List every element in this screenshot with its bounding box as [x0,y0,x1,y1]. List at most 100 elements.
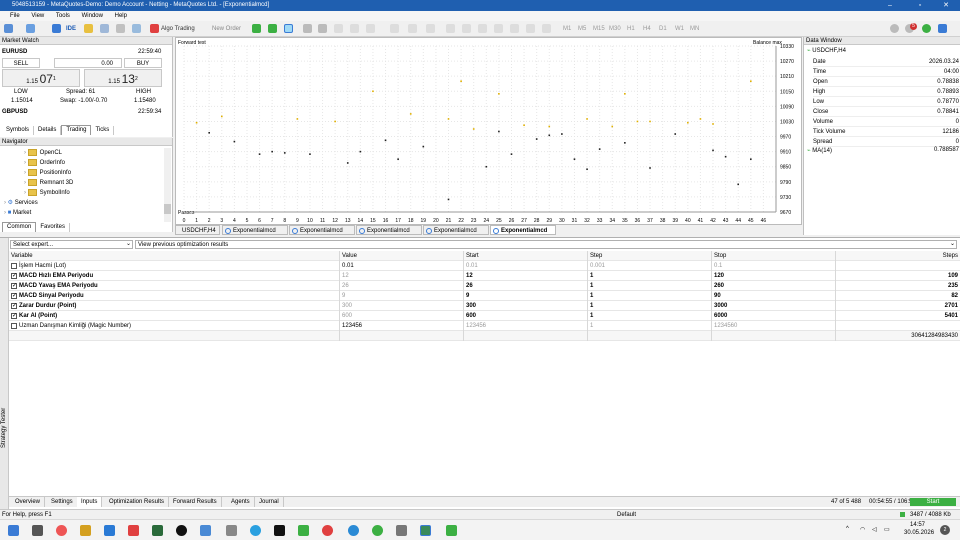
lot-input[interactable]: 0.00 [54,58,122,68]
row-checkbox[interactable]: ✓ [11,303,17,309]
expert-select[interactable]: Select expert... [10,240,133,249]
value-cell[interactable]: 300 [342,301,352,311]
chart-tab-5[interactable]: Exponentialmcd [490,225,556,235]
symbol-eurusd[interactable]: EURUSD [2,49,27,55]
stop-cell[interactable]: 3000 [714,301,727,311]
tab-symbols[interactable]: Symbols [2,126,35,135]
profiles-icon[interactable] [26,24,35,33]
new-order-button[interactable]: New Order [212,23,241,35]
row-checkbox[interactable]: ✓ [11,293,17,299]
tf-d1[interactable]: D1 [659,23,667,35]
chrome-icon[interactable] [56,525,67,536]
value-cell[interactable]: 0.01 [342,261,354,271]
file-explorer-icon[interactable] [80,525,91,536]
excel-icon[interactable] [152,525,163,536]
zoom-out-icon[interactable] [318,24,327,33]
value-cell[interactable]: 12 [342,271,349,281]
metaeditor-icon[interactable] [446,525,457,536]
tf-h1[interactable]: H1 [627,23,635,35]
terminal-icon[interactable] [116,24,125,33]
signals-icon[interactable] [922,24,931,33]
nav-item-opencl[interactable]: › OpenCL [24,148,62,158]
menu-tools[interactable]: Tools [56,11,70,21]
stop-cell[interactable]: 0.1 [714,261,722,271]
volume-icon[interactable]: ◁ [872,526,877,533]
lock-icon[interactable] [84,24,93,33]
stop-cell[interactable]: 6000 [714,311,727,321]
navigator-scrollbar[interactable] [164,148,171,222]
tf-h4[interactable]: H4 [643,23,651,35]
chart-shift-icon[interactable] [366,24,375,33]
step-cell[interactable]: 1 [590,321,593,331]
maximize-icon[interactable]: ▫ [910,0,930,11]
step-cell[interactable]: 1 [590,301,593,311]
line-chart-icon[interactable] [284,24,293,33]
row-checkbox[interactable]: ✓ [11,273,17,279]
table-row[interactable]: ✓ MACD Sinyal Periyodu 9 9 1 90 82 [9,291,960,301]
tab-optimization-results[interactable]: Optimization Results [105,497,170,507]
new-chart-icon[interactable] [4,24,13,33]
tab-ticks[interactable]: Ticks [91,126,115,135]
account-icon[interactable] [890,24,899,33]
chevron-down-icon[interactable]: ⌄ [950,240,955,247]
navigator-icon[interactable] [52,24,61,33]
chrome-icon[interactable] [372,525,383,536]
tab-overview[interactable]: Overview [11,497,46,507]
algo-trading-icon[interactable] [150,24,159,33]
app-icon[interactable] [396,525,407,536]
x-icon[interactable] [176,525,187,536]
wifi-icon[interactable]: ◠ [860,526,865,533]
opera-icon[interactable] [322,525,333,536]
close-icon[interactable]: ✕ [936,0,956,11]
stop-cell[interactable]: 1234560 [714,321,737,331]
chart-tab-usdchf[interactable]: USDCHF,H4 [175,225,220,235]
app-icon[interactable] [200,525,211,536]
nav-item-market[interactable]: › ■ Market [4,208,31,218]
bar-chart-icon[interactable] [252,24,261,33]
bid-price[interactable]: 1.15 071 [2,69,80,87]
telegram-icon[interactable] [250,525,261,536]
clock-time[interactable]: 14:57 [910,522,925,528]
row-checkbox[interactable]: ✓ [11,313,17,319]
market-watch-icon[interactable] [132,24,141,33]
nav-item-symbolinfo[interactable]: › SymbolInfo [24,188,70,198]
nav-item-orderinfo[interactable]: › OrderInfo [24,158,65,168]
outlook-icon[interactable] [104,525,115,536]
chart-tab-1[interactable]: Exponentialmcd [222,225,288,235]
tf-m1[interactable]: M1 [563,23,571,35]
step-cell[interactable]: 1 [590,271,593,281]
start-cell[interactable]: 123456 [466,321,486,331]
tab-settings[interactable]: Settings [47,497,78,507]
chart-tab-4[interactable]: Exponentialmcd [423,225,489,235]
table-row[interactable]: ✓ Kar Al (Point) 600 600 1 6000 5401 [9,311,960,321]
channel-icon[interactable] [494,24,503,33]
nav-item-services[interactable]: › ⚙ Services [4,198,38,208]
mql5-icon[interactable] [938,24,947,33]
table-row[interactable]: İşlem Hacmi (Lot) 0.01 0.01 0.001 0.1 [9,261,960,271]
metatrader-icon[interactable] [420,525,431,536]
app-icon[interactable] [226,525,237,536]
tf-mn[interactable]: MN [690,23,699,35]
trendline-icon[interactable] [478,24,487,33]
value-cell[interactable]: 9 [342,291,345,301]
stop-cell[interactable]: 90 [714,291,721,301]
chart-area[interactable]: Forward test Balance max Passes 01234567… [175,37,802,225]
previous-results-select[interactable]: View previous optimization results [135,240,957,249]
row-checkbox[interactable]: ✓ [11,283,17,289]
step-cell[interactable]: 1 [590,281,593,291]
start-cell[interactable]: 0.01 [466,261,478,271]
table-row[interactable]: ✓ MACD Hızlı EMA Periyodu 12 12 1 120 109 [9,271,960,281]
start-cell[interactable]: 9 [466,291,469,301]
candlestick-icon[interactable] [268,24,277,33]
chart-tab-3[interactable]: Exponentialmcd [356,225,422,235]
step-cell[interactable]: 1 [590,311,593,321]
step-cell[interactable]: 1 [590,291,593,301]
stop-cell[interactable]: 120 [714,271,724,281]
table-row[interactable]: ✓ MACD Yavaş EMA Periyodu 26 26 1 260 235 [9,281,960,291]
notification-count[interactable]: 2 [940,525,950,535]
grid-icon[interactable] [334,24,343,33]
nav-item-positioninfo[interactable]: › PositionInfo [24,168,71,178]
sell-button[interactable]: SELL [2,58,40,68]
tab-details[interactable]: Details [34,126,62,135]
widgets-icon[interactable] [32,525,43,536]
